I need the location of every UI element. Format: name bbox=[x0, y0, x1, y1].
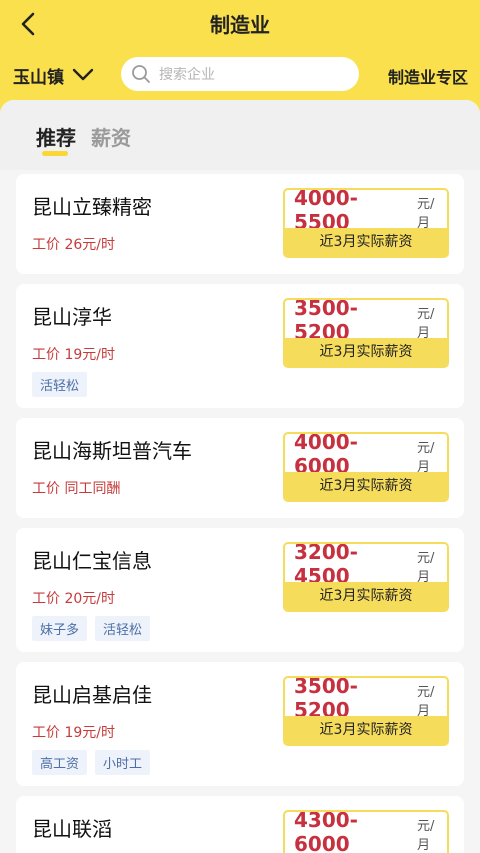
hourly-wage: 工价 19元/时 bbox=[32, 347, 115, 363]
tab-recommend[interactable]: 推荐 bbox=[36, 122, 76, 151]
salary-unit: 元/月 bbox=[417, 441, 435, 475]
tab-bar: 推荐 薪资 bbox=[0, 100, 480, 170]
company-name: 昆山仁宝信息 bbox=[32, 549, 152, 573]
hourly-wage: 工价 19元/时 bbox=[32, 725, 115, 741]
salary-unit: 元/月 bbox=[417, 551, 435, 585]
location-selector[interactable]: 玉山镇 bbox=[13, 63, 94, 88]
page-title: 制造业 bbox=[210, 13, 270, 37]
salary-box: 3500-5200 元/月 近3月实际薪资 bbox=[283, 298, 449, 368]
salary-note: 近3月实际薪资 bbox=[285, 472, 447, 500]
company-card[interactable]: 昆山仁宝信息 工价 20元/时 妹子多 活轻松 3200-4500 元/月 近3… bbox=[16, 528, 464, 652]
search-placeholder: 搜索企业 bbox=[159, 67, 215, 83]
manufacturing-zone-link[interactable]: 制造业专区 bbox=[388, 64, 468, 88]
company-name: 昆山海斯坦普汽车 bbox=[32, 439, 192, 463]
tag: 妹子多 bbox=[32, 616, 88, 641]
salary-note: 近3月实际薪资 bbox=[285, 716, 447, 744]
chevron-down-icon bbox=[72, 68, 94, 82]
search-icon bbox=[132, 65, 150, 83]
salary-box: 4300-6000 元/月 bbox=[283, 810, 449, 853]
salary-range: 4300-6000 bbox=[294, 810, 358, 853]
company-name: 昆山联滔 bbox=[32, 817, 112, 841]
tag-list: 妹子多 活轻松 bbox=[32, 616, 151, 641]
company-name: 昆山启基启佳 bbox=[32, 683, 152, 707]
tag: 小时工 bbox=[95, 750, 151, 775]
hourly-wage: 工价 20元/时 bbox=[32, 591, 115, 607]
company-name: 昆山淳华 bbox=[32, 305, 112, 329]
tag: 活轻松 bbox=[32, 372, 88, 397]
salary-box: 4000-6000 元/月 近3月实际薪资 bbox=[283, 432, 449, 502]
company-card[interactable]: 昆山海斯坦普汽车 工价 同工同酬 4000-6000 元/月 近3月实际薪资 bbox=[16, 418, 464, 518]
company-card[interactable]: 昆山立臻精密 工价 26元/时 4000-5500 元/月 近3月实际薪资 bbox=[16, 174, 464, 274]
tag: 活轻松 bbox=[95, 616, 151, 641]
company-card[interactable]: 昆山启基启佳 工价 19元/时 高工资 小时工 3500-5200 元/月 近3… bbox=[16, 662, 464, 786]
tag-list: 高工资 小时工 bbox=[32, 750, 151, 775]
salary-unit: 元/月 bbox=[417, 685, 435, 719]
salary-note: 近3月实际薪资 bbox=[285, 228, 447, 256]
salary-unit: 元/月 bbox=[417, 819, 435, 853]
hourly-wage: 工价 26元/时 bbox=[32, 237, 115, 253]
location-label: 玉山镇 bbox=[13, 67, 64, 88]
company-name: 昆山立臻精密 bbox=[32, 195, 152, 219]
salary-box: 3200-4500 元/月 近3月实际薪资 bbox=[283, 542, 449, 612]
salary-note: 近3月实际薪资 bbox=[285, 582, 447, 610]
company-card[interactable]: 昆山淳华 工价 19元/时 活轻松 3500-5200 元/月 近3月实际薪资 bbox=[16, 284, 464, 408]
salary-unit: 元/月 bbox=[417, 307, 435, 341]
tag-list: 活轻松 bbox=[32, 372, 88, 397]
tab-salary[interactable]: 薪资 bbox=[91, 122, 131, 151]
company-card[interactable]: 昆山联滔 4300-6000 元/月 bbox=[16, 796, 464, 853]
search-input[interactable]: 搜索企业 bbox=[121, 57, 359, 91]
tag: 高工资 bbox=[32, 750, 88, 775]
salary-note: 近3月实际薪资 bbox=[285, 338, 447, 366]
salary-box: 4000-5500 元/月 近3月实际薪资 bbox=[283, 188, 449, 258]
salary-unit: 元/月 bbox=[417, 197, 435, 231]
salary-box: 3500-5200 元/月 近3月实际薪资 bbox=[283, 676, 449, 746]
hourly-wage: 工价 同工同酬 bbox=[32, 481, 121, 497]
tab-active-indicator bbox=[42, 151, 68, 156]
